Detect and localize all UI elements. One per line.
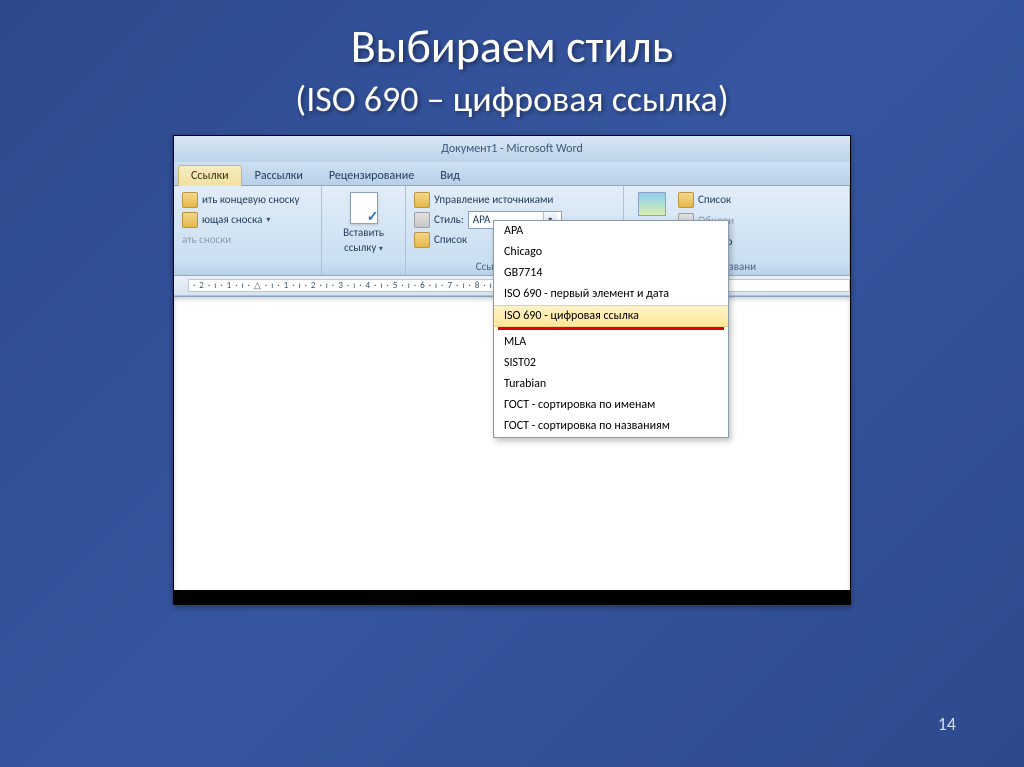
- chevron-down-icon: ▾: [379, 244, 383, 254]
- word-window: Документ1 - Microsoft Word Ссылки Рассыл…: [174, 136, 850, 605]
- chevron-down-icon: ▾: [266, 215, 270, 225]
- endnote-icon: [182, 192, 198, 208]
- group-footnotes-label: [182, 258, 313, 273]
- slide-title: Выбираем стиль: [0, 22, 1024, 73]
- style-option[interactable]: Chicago: [494, 242, 728, 263]
- show-notes-label: ать сноски: [182, 233, 231, 246]
- style-option[interactable]: ISO 690 - цифровая ссылка: [494, 305, 728, 327]
- slide-title-block: Выбираем стиль (ISO 690 – цифровая ссылк…: [0, 0, 1024, 121]
- manage-sources-button[interactable]: Управление источниками: [414, 190, 615, 210]
- slide-subtitle: (ISO 690 – цифровая ссылка): [0, 77, 1024, 121]
- ribbon-group-footnotes: ить концевую сноску ющая сноска ▾ ать сн…: [174, 186, 322, 275]
- style-option[interactable]: SIST02: [494, 353, 728, 374]
- style-option[interactable]: Turabian: [494, 374, 728, 395]
- bibliography-icon: [414, 232, 430, 248]
- insert-citation-button[interactable]: Вставить ссылку ▾: [330, 190, 397, 256]
- tab-references[interactable]: Ссылки: [178, 165, 242, 186]
- style-option[interactable]: APA: [494, 221, 728, 242]
- tab-view[interactable]: Вид: [427, 165, 473, 186]
- next-footnote-icon: [182, 212, 198, 228]
- show-notes-button[interactable]: ать сноски: [182, 230, 313, 250]
- manage-sources-label: Управление источниками: [434, 193, 553, 206]
- word-screenshot: Документ1 - Microsoft Word Ссылки Рассыл…: [173, 135, 851, 605]
- highlight-underline: [498, 327, 724, 330]
- bibliography-label: Список: [434, 233, 467, 246]
- table-of-figures-label: Список: [698, 193, 731, 206]
- insert-endnote-button[interactable]: ить концевую сноску: [182, 190, 313, 210]
- tab-review[interactable]: Рецензирование: [316, 165, 427, 186]
- citation-doc-icon: [350, 192, 378, 224]
- picture-icon: [638, 192, 666, 216]
- insert-citation-label: Вставить: [343, 226, 384, 239]
- style-dropdown[interactable]: APAChicagoGB7714ISO 690 - первый элемент…: [493, 220, 729, 438]
- manage-sources-icon: [414, 192, 430, 208]
- style-option[interactable]: ГОСТ - сортировка по названиям: [494, 416, 728, 437]
- ribbon-tabs: Ссылки Рассылки Рецензирование Вид: [174, 162, 850, 186]
- window-title: Документ1 - Microsoft Word: [441, 142, 583, 156]
- tab-mailings[interactable]: Рассылки: [242, 165, 316, 186]
- style-option[interactable]: MLA: [494, 332, 728, 353]
- bottom-strip: [174, 590, 850, 604]
- ribbon-group-citation: Вставить ссылку ▾: [322, 186, 406, 275]
- insert-endnote-label: ить концевую сноску: [202, 193, 300, 206]
- next-footnote-button[interactable]: ющая сноска ▾: [182, 210, 313, 230]
- word-titlebar: Документ1 - Microsoft Word: [174, 136, 850, 162]
- style-icon: [414, 212, 430, 228]
- style-option[interactable]: ГОСТ - сортировка по именам: [494, 395, 728, 416]
- style-label: Стиль:: [434, 213, 464, 226]
- insert-citation-sublabel: ссылку: [344, 241, 376, 254]
- list-icon: [678, 192, 694, 208]
- style-option[interactable]: ISO 690 - первый элемент и дата: [494, 284, 728, 305]
- style-value: APA: [473, 213, 491, 226]
- slide-page-number: 14: [938, 713, 956, 735]
- next-footnote-label: ющая сноска: [202, 213, 262, 226]
- table-of-figures-button[interactable]: Список: [678, 190, 734, 210]
- style-option[interactable]: GB7714: [494, 263, 728, 284]
